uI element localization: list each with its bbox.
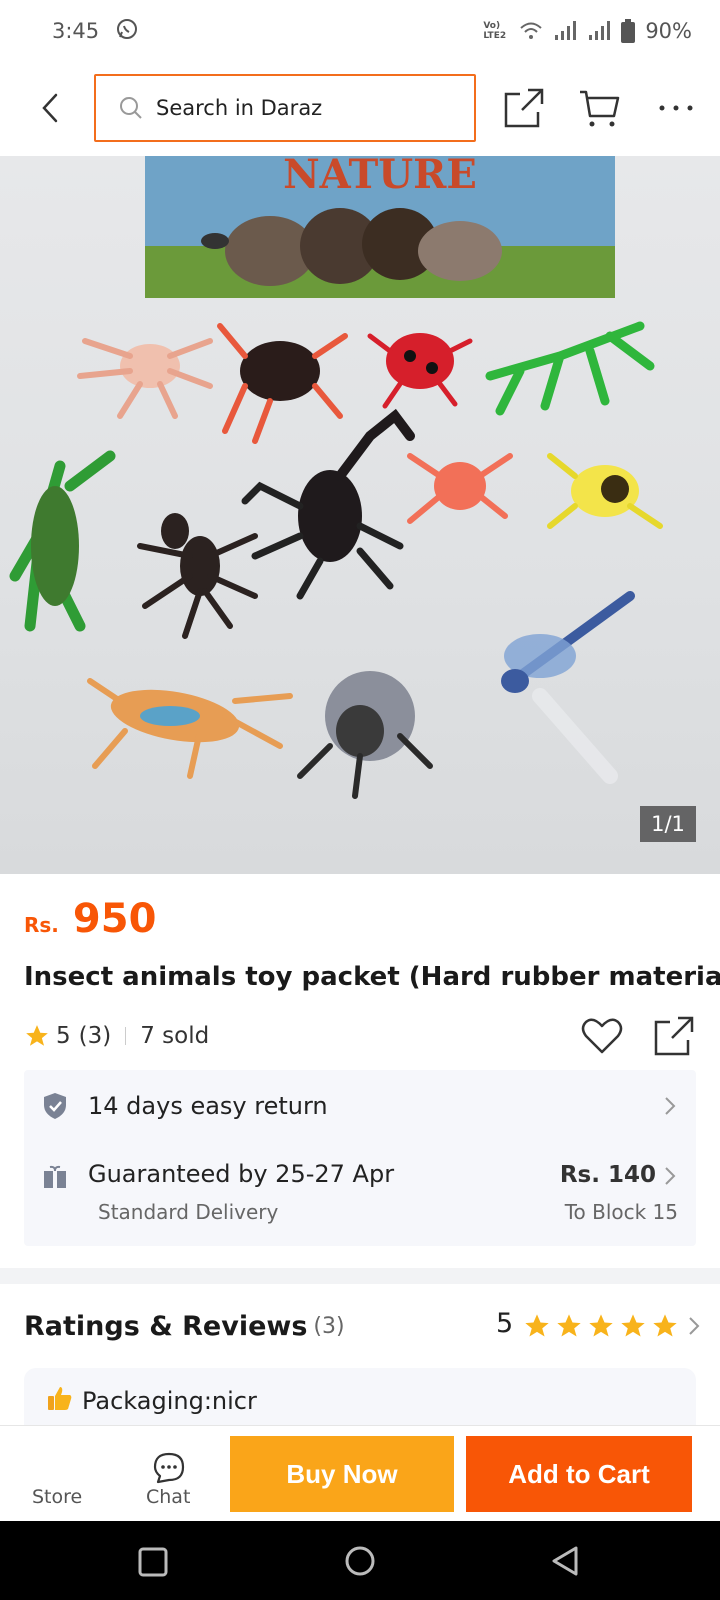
chat-button[interactable]: Chat bbox=[130, 1426, 210, 1522]
buy-now-button[interactable]: Buy Now bbox=[230, 1436, 454, 1512]
ratings-stars bbox=[522, 1312, 680, 1340]
ratings-count: (3) bbox=[313, 1313, 345, 1339]
cart-icon bbox=[580, 90, 620, 127]
rating-value: 5 bbox=[56, 1023, 71, 1049]
more-icon bbox=[659, 105, 693, 111]
home-icon[interactable] bbox=[344, 1545, 376, 1577]
rating-count: (3) bbox=[78, 1023, 112, 1049]
more-button[interactable] bbox=[654, 86, 698, 130]
store-label: Store bbox=[32, 1486, 83, 1508]
price: Rs. 950 bbox=[24, 896, 156, 942]
chevron-right-icon bbox=[689, 1317, 700, 1335]
delivery-location: To Block 15 bbox=[564, 1200, 678, 1224]
share-button[interactable] bbox=[502, 86, 546, 130]
search-input[interactable]: Search in Daraz bbox=[94, 74, 476, 142]
image-counter: 1/1 bbox=[640, 806, 696, 842]
separator bbox=[125, 1027, 127, 1045]
sold-count: 7 sold bbox=[140, 1023, 210, 1049]
back-button[interactable] bbox=[30, 88, 70, 128]
price-currency: Rs. bbox=[24, 913, 59, 937]
chevron-right-icon bbox=[665, 1167, 676, 1185]
star-icon bbox=[589, 1314, 613, 1337]
network-label: Vo) LTE2 bbox=[483, 21, 507, 41]
delivery-guarantee: Guaranteed by 25-27 Apr bbox=[88, 1160, 395, 1188]
box-title: NATURE bbox=[283, 156, 477, 198]
signal-icon-2 bbox=[587, 20, 611, 42]
battery-icon bbox=[621, 19, 636, 43]
chevron-right-icon bbox=[665, 1097, 676, 1115]
return-policy-text: 14 days easy return bbox=[88, 1092, 328, 1120]
insect-toys-illustration: NATURE bbox=[9, 156, 663, 799]
store-button[interactable]: Store bbox=[20, 1426, 90, 1522]
star-icon bbox=[557, 1314, 581, 1337]
delivery-row[interactable]: Guaranteed by 25-27 Apr Standard Deliver… bbox=[24, 1140, 696, 1246]
shield-check-icon bbox=[44, 1093, 66, 1119]
chevron-left-icon bbox=[42, 93, 58, 123]
product-title: Insect animals toy packet (Hard rubber m… bbox=[24, 962, 720, 992]
share-icon bbox=[654, 1016, 694, 1056]
search-icon bbox=[120, 97, 142, 119]
product-share-button[interactable] bbox=[652, 1014, 696, 1058]
ratings-header[interactable]: Ratings & Reviews (3) 5 bbox=[24, 1306, 700, 1346]
section-divider bbox=[0, 1268, 720, 1284]
search-placeholder: Search in Daraz bbox=[156, 96, 323, 120]
thumbs-up-icon bbox=[46, 1384, 74, 1418]
delivery-info-panel: 14 days easy return Guaranteed by 25-27 … bbox=[24, 1070, 696, 1246]
ratings-score: 5 bbox=[496, 1308, 514, 1339]
delivery-type: Standard Delivery bbox=[98, 1200, 279, 1224]
share-icon bbox=[504, 88, 544, 128]
back-nav-icon[interactable] bbox=[550, 1545, 580, 1577]
chat-label: Chat bbox=[146, 1486, 191, 1508]
action-bar: Store Chat Buy Now Add to Cart bbox=[0, 1425, 720, 1521]
star-icon bbox=[525, 1314, 549, 1337]
chat-icon bbox=[153, 1452, 185, 1484]
star-icon bbox=[621, 1314, 645, 1337]
whatsapp-icon bbox=[115, 17, 139, 46]
heart-icon bbox=[581, 1018, 623, 1054]
status-bar: 3:45 Vo) LTE2 90% bbox=[0, 0, 720, 62]
top-bar: Search in Daraz bbox=[0, 62, 720, 156]
review-card[interactable]: Packaging:nicr bbox=[24, 1368, 696, 1428]
product-image[interactable]: NATURE 1/1 bbox=[0, 156, 720, 874]
star-icon bbox=[653, 1314, 677, 1337]
price-value: 950 bbox=[72, 896, 157, 942]
signal-icon-1 bbox=[553, 20, 577, 42]
cart-button[interactable] bbox=[578, 86, 622, 130]
ratings-title: Ratings & Reviews bbox=[24, 1310, 308, 1342]
status-time: 3:45 bbox=[52, 19, 100, 43]
gift-icon bbox=[44, 1165, 66, 1188]
rating-row: 5 (3) 7 sold bbox=[24, 1016, 700, 1056]
battery-level: 90% bbox=[645, 19, 692, 43]
star-icon bbox=[26, 1025, 48, 1046]
delivery-fee: Rs. 140 bbox=[559, 1162, 656, 1188]
add-to-cart-button[interactable]: Add to Cart bbox=[466, 1436, 692, 1512]
wifi-icon bbox=[519, 20, 543, 42]
recent-apps-icon[interactable] bbox=[138, 1547, 168, 1577]
review-text: Packaging:nicr bbox=[82, 1387, 257, 1415]
return-policy-row[interactable]: 14 days easy return bbox=[24, 1070, 696, 1140]
system-nav-bar bbox=[0, 1521, 720, 1600]
wishlist-button[interactable] bbox=[580, 1014, 624, 1058]
